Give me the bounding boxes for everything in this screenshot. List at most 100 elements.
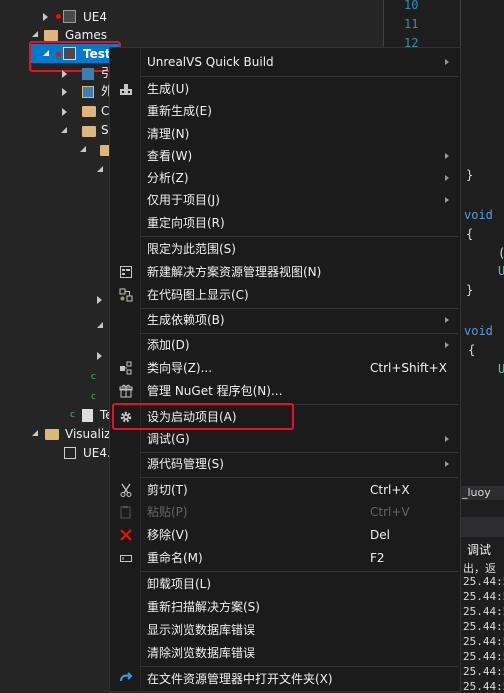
tree-item-ue4-natvis[interactable]: UE4. bbox=[83, 444, 111, 462]
output-line: 25.44:5 bbox=[463, 635, 504, 648]
nuget-icon bbox=[119, 384, 133, 398]
menu-item-project-only[interactable]: 仅用于项目(J) bbox=[110, 189, 460, 211]
code-brace: } bbox=[466, 168, 474, 182]
menu-separator bbox=[140, 571, 458, 572]
menu-item-cut[interactable]: 剪切(T) Ctrl+X bbox=[110, 479, 460, 501]
paste-icon bbox=[119, 505, 133, 519]
menu-item-add[interactable]: 添加(D) bbox=[110, 334, 460, 356]
menu-item-scope-to-this[interactable]: 限定为此范围(S) bbox=[110, 238, 460, 260]
output-line: 25.44:5 bbox=[463, 665, 504, 678]
code-type: U bbox=[498, 362, 504, 376]
remove-icon bbox=[119, 528, 133, 542]
code-paren: ( bbox=[498, 246, 504, 260]
submenu-arrow-icon bbox=[445, 436, 449, 442]
code-brace: } bbox=[466, 283, 474, 297]
menu-item-unrealvs-quick-build[interactable]: UnrealVS Quick Build bbox=[110, 51, 460, 73]
natvis-file-icon bbox=[64, 447, 76, 459]
menu-separator bbox=[140, 477, 458, 478]
menu-separator bbox=[140, 76, 458, 77]
highlight-box-set-startup bbox=[112, 403, 294, 430]
menu-item-retarget[interactable]: 重定向项目(R) bbox=[110, 212, 460, 234]
submenu-arrow-icon bbox=[445, 59, 449, 65]
status-dot-icon bbox=[56, 14, 61, 19]
menu-item-rename[interactable]: 重命名(M) F2 bbox=[110, 547, 460, 569]
menu-item-clear-browse-db-errors[interactable]: 清除浏览数据库错误 bbox=[110, 642, 460, 664]
output-toolbar bbox=[461, 517, 504, 537]
references-icon bbox=[82, 68, 94, 80]
menu-item-analyze[interactable]: 分析(Z) bbox=[110, 167, 460, 189]
menu-item-unload-project[interactable]: 卸载项目(L) bbox=[110, 573, 460, 595]
folder-icon bbox=[82, 106, 96, 117]
folder-icon bbox=[44, 30, 58, 41]
file-icon bbox=[82, 409, 93, 422]
cs-file-icon: c bbox=[91, 392, 96, 402]
external-deps-icon bbox=[82, 86, 94, 98]
menu-item-rebuild[interactable]: 重新生成(E) bbox=[110, 100, 460, 122]
collapse-arrow-icon[interactable] bbox=[32, 31, 38, 37]
menu-separator bbox=[140, 236, 458, 237]
cs-file-icon: c bbox=[91, 372, 96, 382]
class-wizard-icon bbox=[119, 361, 133, 375]
code-type: U bbox=[498, 264, 504, 278]
submenu-arrow-icon bbox=[445, 342, 449, 348]
code-keyword: void bbox=[464, 208, 493, 222]
menu-item-build-dependencies[interactable]: 生成依赖项(B) bbox=[110, 309, 460, 331]
menu-item-open-in-explorer[interactable]: 在文件资源管理器中打开文件夹(X) bbox=[110, 668, 460, 690]
output-line: 25.44:5 bbox=[463, 650, 504, 663]
menu-item-paste[interactable]: 粘贴(P) Ctrl+V bbox=[110, 501, 460, 523]
menu-item-rescan-solution[interactable]: 重新扫描解决方案(S) bbox=[110, 596, 460, 618]
menu-item-class-wizard[interactable]: 类向导(Z)... Ctrl+Shift+X bbox=[110, 357, 460, 379]
new-view-icon bbox=[119, 265, 133, 279]
collapse-arrow-icon[interactable] bbox=[97, 166, 103, 172]
menu-item-clean[interactable]: 清理(N) bbox=[110, 123, 460, 145]
menu-item-debug[interactable]: 调试(G) bbox=[110, 428, 460, 450]
menu-item-show-browse-db-errors[interactable]: 显示浏览数据库错误 bbox=[110, 619, 460, 641]
submenu-arrow-icon bbox=[445, 317, 449, 323]
submenu-arrow-icon bbox=[445, 175, 449, 181]
build-icon bbox=[119, 82, 133, 96]
submenu-arrow-icon bbox=[445, 461, 449, 467]
submenu-arrow-icon bbox=[445, 197, 449, 203]
output-tab[interactable]: _luoy bbox=[462, 486, 491, 499]
tree-item-source[interactable]: S bbox=[101, 121, 109, 139]
cut-icon bbox=[119, 483, 133, 497]
menu-item-show-on-code-map[interactable]: 在代码图上显示(C) bbox=[110, 284, 460, 306]
output-line: 25.44:5 bbox=[463, 620, 504, 633]
expand-arrow-icon[interactable] bbox=[62, 108, 67, 116]
output-line: 25.44:5 bbox=[463, 575, 504, 588]
submenu-arrow-icon bbox=[445, 153, 449, 159]
line-number: 10 bbox=[404, 0, 419, 12]
output-line: 25.44:5 bbox=[463, 590, 504, 603]
collapse-arrow-icon[interactable] bbox=[32, 430, 38, 436]
context-menu: UnrealVS Quick Build 生成(U) 重新生成(E) 清理(N)… bbox=[109, 47, 461, 692]
project-icon bbox=[63, 10, 76, 23]
code-brace: { bbox=[468, 343, 476, 357]
expand-arrow-icon[interactable] bbox=[97, 352, 102, 360]
menu-item-view[interactable]: 查看(W) bbox=[110, 145, 460, 167]
code-map-icon bbox=[119, 288, 133, 302]
expand-arrow-icon[interactable] bbox=[62, 88, 67, 96]
open-folder-icon bbox=[119, 672, 133, 686]
expand-arrow-icon[interactable] bbox=[97, 296, 102, 304]
menu-item-manage-nuget[interactable]: 管理 NuGet 程序包(N)... bbox=[110, 380, 460, 402]
output-line: 25.44:5 bbox=[463, 605, 504, 618]
collapse-arrow-icon[interactable] bbox=[97, 322, 103, 328]
cs-file-icon: c bbox=[70, 410, 75, 420]
folder-icon bbox=[45, 429, 59, 440]
menu-item-source-control[interactable]: 源代码管理(S) bbox=[110, 453, 460, 475]
output-line: 出，返 bbox=[463, 562, 496, 575]
collapse-arrow-icon[interactable] bbox=[80, 146, 86, 152]
menu-item-build[interactable]: 生成(U) bbox=[110, 78, 460, 100]
rename-icon bbox=[119, 551, 133, 565]
debug-label: 调试 bbox=[467, 543, 492, 557]
menu-item-remove[interactable]: 移除(V) Del bbox=[110, 524, 460, 546]
output-line: 25.44:5 bbox=[463, 680, 504, 693]
expand-arrow-icon[interactable] bbox=[62, 70, 67, 78]
collapse-arrow-icon[interactable] bbox=[61, 127, 67, 133]
expand-arrow-icon[interactable] bbox=[43, 13, 48, 21]
menu-item-new-explorer-view[interactable]: 新建解决方案资源管理器视图(N) bbox=[110, 261, 460, 283]
tree-item-ue4[interactable]: UE4 bbox=[83, 8, 107, 26]
code-keyword: void bbox=[464, 324, 493, 338]
menu-separator bbox=[140, 666, 458, 667]
